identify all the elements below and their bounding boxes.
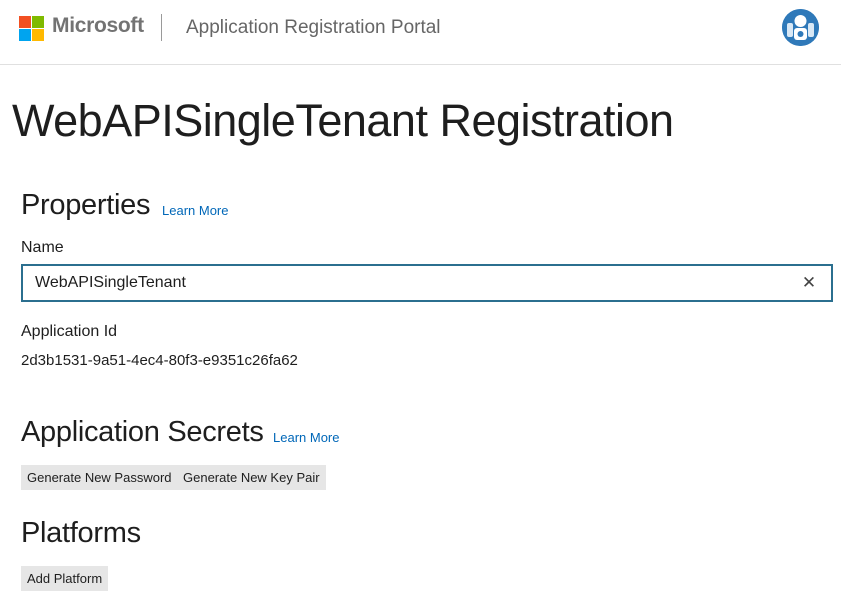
properties-learn-more-link[interactable]: Learn More — [162, 203, 228, 218]
header-divider — [161, 14, 162, 41]
properties-heading: Properties — [21, 189, 151, 221]
name-input[interactable] — [35, 266, 785, 300]
name-label: Name — [21, 239, 64, 256]
user-avatar-icon[interactable] — [782, 9, 819, 46]
platforms-heading: Platforms — [21, 517, 141, 549]
application-id-label: Application Id — [21, 323, 118, 340]
portal-title[interactable]: Application Registration Portal — [186, 17, 441, 39]
application-id-value: 2d3b1531-9a51-4ec4-80f3-e9351c26fa62 — [21, 352, 298, 369]
microsoft-logo-icon[interactable] — [19, 16, 44, 41]
add-platform-button[interactable]: Add Platform — [21, 566, 109, 591]
application-secrets-heading: Application Secrets — [21, 416, 264, 448]
name-field[interactable]: ✕ — [21, 264, 833, 302]
microsoft-brand-text[interactable]: Microsoft — [52, 14, 144, 38]
generate-new-password-button[interactable]: Generate New Password — [21, 465, 178, 490]
generate-new-key-pair-button[interactable]: Generate New Key Pair — [177, 465, 326, 490]
top-header: Microsoft Application Registration Porta… — [0, 0, 841, 65]
secrets-learn-more-link[interactable]: Learn More — [273, 430, 339, 445]
clear-icon[interactable]: ✕ — [799, 272, 819, 294]
page-title: WebAPISingleTenant Registration — [12, 95, 674, 146]
